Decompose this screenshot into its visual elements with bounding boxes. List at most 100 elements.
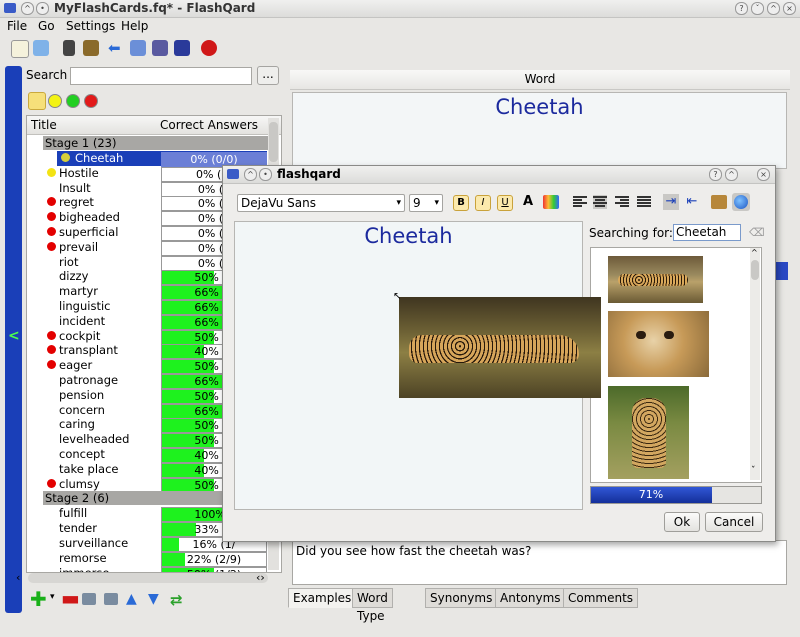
red-dot-icon bbox=[47, 241, 56, 251]
results-scroll-thumb[interactable] bbox=[751, 260, 759, 280]
filter-all-icon[interactable] bbox=[28, 92, 46, 110]
cards-icon[interactable] bbox=[83, 40, 99, 56]
filter-yellow-icon[interactable] bbox=[48, 94, 62, 108]
dialog-shade-icon[interactable]: ^ bbox=[244, 168, 257, 181]
dragged-cheetah-image[interactable] bbox=[399, 297, 601, 398]
minimize-icon[interactable]: ˇ bbox=[751, 2, 764, 15]
card-title: Hostile bbox=[59, 165, 99, 180]
highlight-color-icon[interactable] bbox=[543, 195, 559, 209]
menu-settings[interactable]: Settings bbox=[66, 17, 115, 35]
justify-icon[interactable] bbox=[637, 195, 651, 209]
scroll-up-icon[interactable]: ^ bbox=[751, 248, 758, 257]
dialog-help-icon[interactable]: ? bbox=[709, 168, 722, 181]
underline-button[interactable]: U bbox=[497, 195, 513, 211]
results-scrollbar[interactable]: ^ ˇ bbox=[750, 248, 760, 480]
scroll-down-icon[interactable]: ˇ bbox=[751, 466, 756, 476]
side-collapse-bar[interactable]: < bbox=[5, 66, 22, 613]
tree-row[interactable]: Cheetah 0% (0/0) bbox=[57, 151, 267, 167]
menu-help[interactable]: Help bbox=[121, 17, 148, 35]
review-icon[interactable] bbox=[152, 40, 168, 56]
tab-examples[interactable]: Examples bbox=[288, 588, 357, 608]
clear-search-icon[interactable]: ⌫ bbox=[749, 226, 765, 239]
red-dot-icon bbox=[47, 212, 56, 222]
ok-button[interactable]: Ok bbox=[664, 512, 700, 532]
shuffle-icon[interactable]: ⇄ bbox=[170, 591, 183, 609]
search-options-button[interactable]: ... bbox=[257, 66, 279, 85]
open-file-icon[interactable] bbox=[33, 40, 49, 56]
align-left-icon[interactable] bbox=[573, 195, 587, 209]
maximize-icon[interactable]: ^ bbox=[767, 2, 780, 15]
word-editor[interactable]: Cheetah bbox=[292, 92, 787, 169]
filter-green-icon[interactable] bbox=[66, 94, 80, 108]
chevron-left-icon[interactable]: < bbox=[8, 328, 20, 344]
cancel-button[interactable]: Cancel bbox=[705, 512, 763, 532]
close-icon[interactable]: × bbox=[783, 2, 796, 15]
pin-icon[interactable]: • bbox=[36, 2, 49, 15]
menu-file[interactable]: File bbox=[7, 17, 27, 35]
column-correct-answers[interactable]: Correct Answers bbox=[160, 118, 258, 132]
right-scroll-indicator[interactable] bbox=[776, 262, 788, 280]
result-image-1[interactable] bbox=[608, 256, 703, 303]
card-title: prevail bbox=[59, 239, 99, 254]
quit-icon[interactable] bbox=[201, 40, 217, 56]
save-icon[interactable] bbox=[174, 40, 190, 56]
font-family-select[interactable]: DejaVu Sans ▾ bbox=[237, 194, 405, 212]
tab-synonyms[interactable]: Synonyms bbox=[425, 588, 498, 608]
print-icon[interactable] bbox=[63, 40, 75, 56]
scroll-left-icon[interactable]: ‹ bbox=[16, 571, 20, 584]
example-editor[interactable]: Did you see how fast the cheetah was? bbox=[292, 540, 787, 585]
help-icon[interactable]: ? bbox=[735, 2, 748, 15]
search-input[interactable] bbox=[70, 67, 252, 85]
image-results-list[interactable] bbox=[590, 247, 762, 483]
ltr-direction-icon[interactable]: ⇥ bbox=[663, 194, 679, 210]
result-image-2[interactable] bbox=[608, 311, 709, 377]
scroll-thumb[interactable] bbox=[269, 122, 278, 162]
card-title: regret bbox=[59, 195, 94, 210]
text-color-icon[interactable]: A bbox=[523, 194, 533, 209]
word-text: Cheetah bbox=[495, 95, 584, 119]
tree-row[interactable]: remorse 22% (2/9) bbox=[27, 551, 267, 567]
move-down-icon[interactable]: ▼ bbox=[148, 591, 159, 607]
tab-comments[interactable]: Comments bbox=[563, 588, 639, 608]
bold-button[interactable]: B bbox=[453, 195, 469, 211]
mouse-cursor-icon: ↖ bbox=[393, 291, 402, 302]
shade-icon[interactable]: ^ bbox=[21, 2, 34, 15]
dialog-pin-icon[interactable]: • bbox=[259, 168, 272, 181]
flashcard-icon[interactable] bbox=[130, 40, 146, 56]
rtl-direction-icon[interactable]: ⇤ bbox=[684, 194, 700, 210]
cheetah-shape bbox=[618, 274, 688, 286]
menu-go[interactable]: Go bbox=[38, 17, 55, 35]
dialog-maximize-icon[interactable]: ^ bbox=[725, 168, 738, 181]
italic-button[interactable]: I bbox=[475, 195, 491, 211]
align-center-icon[interactable] bbox=[593, 195, 607, 209]
filter-red-icon[interactable] bbox=[84, 94, 98, 108]
dialog-title: flashqard bbox=[277, 167, 341, 181]
font-size-select[interactable]: 9 ▾ bbox=[409, 194, 443, 212]
searching-for-input[interactable]: Cheetah bbox=[673, 224, 741, 241]
font-family-value: DejaVu Sans bbox=[241, 196, 316, 210]
stage-remove-icon[interactable] bbox=[104, 593, 118, 605]
red-dot-icon bbox=[47, 227, 56, 236]
new-file-icon[interactable] bbox=[11, 40, 29, 58]
column-title[interactable]: Title bbox=[31, 118, 57, 132]
move-up-icon[interactable]: ▲ bbox=[126, 591, 137, 607]
stage-add-icon[interactable] bbox=[82, 593, 96, 605]
tab-word-type[interactable]: Word Type bbox=[352, 588, 393, 623]
back-arrow-icon[interactable]: ⬅ bbox=[108, 40, 124, 56]
result-image-3[interactable] bbox=[608, 386, 689, 479]
tree-row[interactable]: immerse50% (1/2) bbox=[27, 566, 267, 572]
web-search-toggle[interactable] bbox=[732, 193, 750, 211]
scroll-right-icon[interactable]: ‹› bbox=[256, 571, 265, 584]
tab-antonyms[interactable]: Antonyms bbox=[495, 588, 566, 608]
add-menu-chevron-icon[interactable]: ▾ bbox=[50, 592, 55, 602]
remove-card-icon[interactable]: ▬ bbox=[61, 586, 80, 610]
card-title: martyr bbox=[59, 284, 99, 299]
add-card-icon[interactable]: ✚ bbox=[30, 587, 47, 611]
dialog-close-icon[interactable]: × bbox=[757, 168, 770, 181]
card-title: Cheetah bbox=[75, 151, 124, 165]
align-right-icon[interactable] bbox=[615, 195, 629, 209]
insert-image-icon[interactable] bbox=[711, 195, 727, 209]
stage-1-group[interactable]: Stage 1 (23) bbox=[43, 136, 269, 150]
card-title: dizzy bbox=[59, 269, 89, 284]
tree-horizontal-scrollbar[interactable] bbox=[28, 573, 268, 583]
